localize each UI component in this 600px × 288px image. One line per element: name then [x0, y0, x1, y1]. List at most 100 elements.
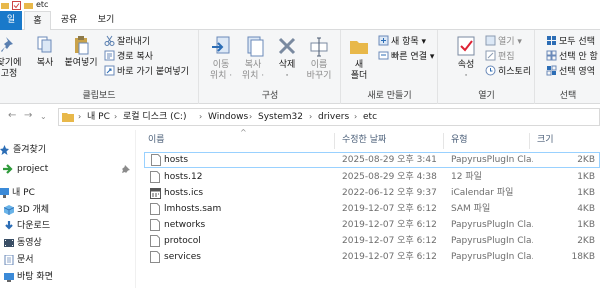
copy-path-button[interactable]: 경로 복사	[104, 50, 153, 64]
table-row[interactable]: hosts.ics 2022-06-12 오후 9:37 iCalendar 파…	[144, 185, 600, 201]
rename-icon	[310, 37, 328, 57]
column-divider[interactable]	[334, 133, 335, 149]
tab-file[interactable]: 일	[0, 11, 22, 30]
select-all-label: 모두 선택	[559, 37, 595, 47]
breadcrumb-local-disk[interactable]: 로컬 디스크 (C:)	[123, 109, 186, 125]
history-icon	[485, 65, 496, 76]
nav-item-desktop[interactable]: 바탕 화면	[0, 269, 135, 285]
tab-share[interactable]: 공유	[54, 11, 84, 30]
table-row[interactable]: hosts 2025-08-29 오후 3:41 PapyrusPlugIn C…	[144, 152, 600, 168]
breadcrumb-separator-icon[interactable]: ›	[354, 109, 357, 125]
clipboard-group-label: 클립보드	[82, 91, 116, 101]
select-all-icon	[547, 36, 556, 45]
open-button[interactable]: 열기 ▾	[485, 35, 522, 49]
select-all-button[interactable]: 모두 선택	[546, 35, 595, 49]
breadcrumb-etc[interactable]: etc	[363, 109, 377, 125]
column-divider[interactable]	[529, 133, 530, 149]
properties-quick-icon[interactable]	[12, 1, 21, 10]
file-type: iCalendar 파일	[451, 188, 514, 198]
ribbon-tabs: 일 홈 공유 보기	[0, 11, 600, 31]
3d-objects-icon	[4, 205, 14, 215]
breadcrumb-separator-icon[interactable]: ›	[249, 109, 252, 125]
copy-to-label: 복사 위치 ·	[241, 60, 265, 81]
select-none-button[interactable]: 선택 안 함	[546, 50, 598, 64]
paste-button[interactable]: 붙여넣기	[62, 35, 100, 69]
new-item-button[interactable]: 새 항목 ▾	[378, 35, 426, 49]
back-icon[interactable]: ←	[8, 110, 16, 121]
file-size: 1KB	[577, 172, 595, 182]
tab-home[interactable]: 홈	[24, 11, 51, 31]
table-row[interactable]: hosts.12 2025-08-29 오후 4:38 12 파일 1KB	[144, 169, 600, 185]
nav-item-label: 3D 개체	[17, 205, 50, 215]
nav-item-quick-access[interactable]: 즐겨찾기	[0, 142, 135, 158]
properties-label: 속성 ·	[457, 60, 475, 81]
table-row[interactable]: services 2019-12-07 오후 6:12 PapyrusPlugI…	[144, 249, 600, 265]
pin-quick-access-button[interactable]: 찾기에 고정	[0, 35, 22, 80]
open-group: 속성 · 열기 ▾ 편집 히스토리 열기	[439, 30, 535, 104]
pin-icon	[1, 37, 13, 52]
select-group: 모두 선택 선택 안 함 선택 영역 선택	[536, 30, 600, 104]
breadcrumb-drivers[interactable]: drivers	[318, 109, 349, 125]
file-icon	[151, 154, 161, 166]
properties-icon	[457, 36, 475, 56]
arrow-folder-icon	[3, 164, 13, 174]
recent-locations-icon[interactable]: ⌄	[40, 112, 47, 121]
move-to-label: 이동 위치 ·	[209, 60, 233, 81]
star-icon	[0, 145, 9, 155]
app-menu-icon[interactable]	[1, 1, 10, 10]
file-icon	[150, 203, 160, 215]
column-header-size[interactable]: 크기	[537, 130, 554, 150]
file-modified: 2022-06-12 오후 9:37	[342, 188, 437, 198]
delete-label: 삭제 ·	[278, 60, 296, 81]
organize-group-label: 구성	[261, 91, 279, 101]
nav-item-documents[interactable]: 문서	[0, 252, 135, 268]
new-folder-button[interactable]: 새 폴더	[346, 35, 372, 82]
tab-view[interactable]: 보기	[90, 11, 122, 30]
copy-button[interactable]: 복사	[33, 35, 57, 69]
new-folder-quick-icon[interactable]	[24, 1, 33, 10]
file-name: networks	[164, 220, 206, 230]
rename-button[interactable]: 이름 바꾸기	[304, 35, 334, 82]
address-bar[interactable]: › 내 PC › 로컬 디스크 (C:) › Windows › System3…	[58, 108, 600, 126]
forward-icon[interactable]: →	[24, 110, 32, 121]
paste-shortcut-label: 바로 가기 붙여넣기	[117, 67, 189, 77]
file-modified: 2019-12-07 오후 6:12	[342, 220, 437, 230]
delete-button[interactable]: 삭제 ·	[274, 35, 300, 82]
copy-to-button[interactable]: 복사 위치 ·	[238, 35, 268, 82]
move-to-button[interactable]: 이동 위치 ·	[206, 35, 236, 82]
cut-button[interactable]: 잘라내기	[104, 35, 150, 49]
file-type: PapyrusPlugIn Cla...	[451, 220, 533, 230]
paste-shortcut-button[interactable]: 바로 가기 붙여넣기	[104, 65, 189, 79]
breadcrumb-separator-icon[interactable]: ›	[114, 109, 117, 125]
new-folder-icon	[350, 41, 368, 54]
pin-icon[interactable]	[122, 165, 130, 173]
table-row[interactable]: lmhosts.sam 2019-12-07 오후 6:12 SAM 파일 4K…	[144, 201, 600, 217]
nav-item-project[interactable]: project	[0, 161, 135, 177]
breadcrumb-this-pc[interactable]: 내 PC	[87, 109, 110, 125]
easy-access-icon	[378, 51, 389, 60]
properties-button[interactable]: 속성 ·	[453, 35, 479, 82]
column-header-modified[interactable]: 수정한 날짜	[342, 130, 386, 150]
nav-item-3d-objects[interactable]: 3D 개체	[0, 202, 135, 218]
table-row[interactable]: protocol 2019-12-07 오후 6:12 PapyrusPlugI…	[144, 233, 600, 249]
breadcrumb-windows[interactable]: Windows	[208, 109, 248, 125]
file-type: PapyrusPlugIn Cla...	[451, 236, 533, 246]
open-label: 열기 ▾	[498, 37, 522, 47]
nav-item-videos[interactable]: 동영상	[0, 235, 135, 251]
breadcrumb-separator-icon[interactable]: ›	[199, 109, 202, 125]
nav-item-this-pc[interactable]: 내 PC	[0, 185, 135, 201]
column-header-type[interactable]: 유형	[451, 130, 468, 150]
easy-access-button[interactable]: 빠른 연결 ▾	[378, 50, 434, 64]
invert-selection-button[interactable]: 선택 영역	[546, 65, 595, 79]
column-header-name[interactable]: 이름	[148, 130, 165, 150]
paste-shortcut-icon	[104, 65, 115, 76]
title-bar: etc	[0, 0, 600, 11]
breadcrumb-separator-icon[interactable]: ›	[78, 109, 81, 125]
edit-button[interactable]: 편집	[485, 50, 515, 64]
table-row[interactable]: networks 2019-12-07 오후 6:12 PapyrusPlugI…	[144, 217, 600, 233]
history-button[interactable]: 히스토리	[485, 65, 531, 79]
breadcrumb-separator-icon[interactable]: ›	[309, 109, 312, 125]
breadcrumb-system32[interactable]: System32	[258, 109, 303, 125]
nav-item-downloads[interactable]: 다운로드	[0, 218, 135, 234]
column-divider[interactable]	[443, 133, 444, 149]
